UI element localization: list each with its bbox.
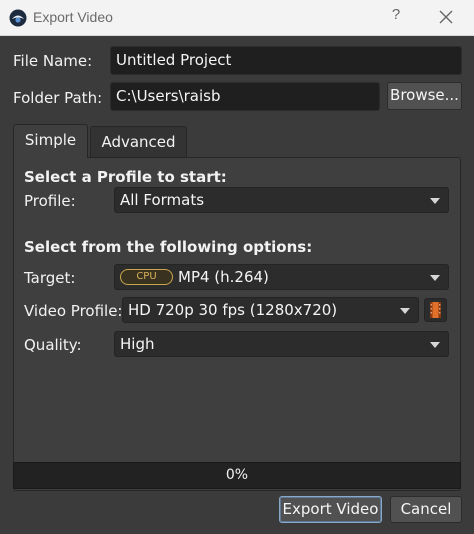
profile-heading: Select a Profile to start: (24, 168, 227, 186)
options-heading: Select from the following options: (24, 238, 313, 256)
video-profile-select-value: HD 720p 30 fps (1280x720) (128, 301, 338, 319)
close-icon (439, 10, 453, 24)
export-video-button[interactable]: Export Video (279, 496, 382, 523)
video-profile-select[interactable]: HD 720p 30 fps (1280x720) (122, 297, 419, 323)
file-name-input[interactable]: Untitled Project (110, 46, 462, 75)
film-strip-icon (430, 302, 441, 318)
cancel-button[interactable]: Cancel (390, 496, 462, 523)
quality-select-value: High (120, 335, 155, 353)
tab-simple[interactable]: Simple (13, 124, 88, 158)
app-logo-icon (9, 9, 27, 27)
tab-advanced[interactable]: Advanced (90, 126, 187, 158)
profile-select[interactable]: All Formats (114, 187, 449, 213)
help-button[interactable]: ? (385, 6, 407, 30)
target-select-value: MP4 (h.264) (178, 268, 269, 286)
target-label: Target: (24, 269, 76, 287)
quality-select[interactable]: High (114, 331, 449, 357)
quality-label: Quality: (24, 336, 82, 354)
cpu-badge: CPU (120, 269, 173, 285)
browse-button[interactable]: Browse... (387, 82, 462, 110)
chevron-down-icon (430, 198, 440, 204)
video-profile-label: Video Profile: (24, 302, 123, 320)
folder-path-label: Folder Path: (13, 89, 103, 107)
title-bar: Export Video ? (0, 0, 474, 36)
chevron-down-icon (430, 342, 440, 348)
file-name-label: File Name: (13, 52, 93, 70)
target-select[interactable]: CPU MP4 (h.264) (114, 264, 449, 290)
chevron-down-icon (400, 308, 410, 314)
progress-text: 0% (225, 467, 249, 483)
export-progress-bar: 0% (13, 462, 461, 489)
profile-select-value: All Formats (120, 191, 205, 209)
profile-label: Profile: (24, 192, 76, 210)
close-button[interactable] (434, 6, 458, 30)
dialog-body: File Name: Untitled Project Folder Path:… (0, 36, 474, 534)
folder-path-input[interactable]: C:\Users\raisb (110, 82, 380, 111)
custom-profile-button[interactable] (424, 298, 447, 322)
chevron-down-icon (430, 275, 440, 281)
window-title: Export Video (33, 9, 113, 25)
